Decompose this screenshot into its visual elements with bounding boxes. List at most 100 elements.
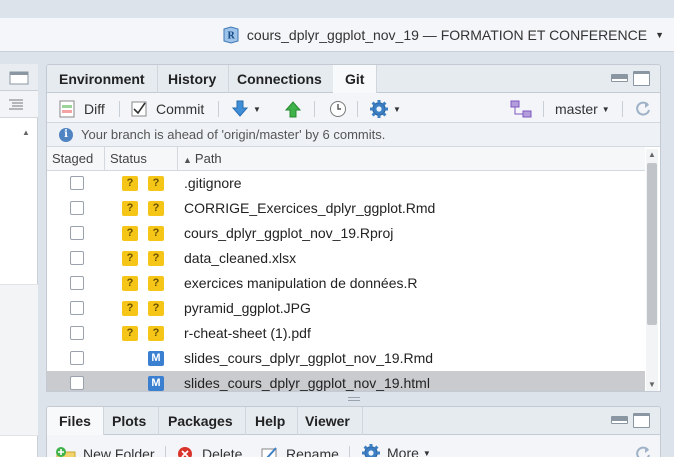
- r-project-icon: R: [223, 26, 239, 44]
- table-row[interactable]: ?? exercices manipulation de données.R: [47, 271, 645, 296]
- branch-select[interactable]: master ▼: [555, 99, 610, 119]
- untracked-status-badge: ?: [122, 301, 138, 316]
- maximize-icon[interactable]: [633, 413, 650, 428]
- scroll-up-arrow[interactable]: ▲: [646, 149, 658, 161]
- left-pane-toolbar: [0, 91, 38, 118]
- file-path[interactable]: data_cleaned.xlsx: [184, 246, 296, 271]
- column-status[interactable]: Status: [105, 147, 178, 171]
- pane-window-controls: [611, 413, 650, 428]
- rename-button[interactable]: Rename: [261, 444, 339, 457]
- minimize-icon[interactable]: [611, 416, 628, 424]
- commit-label: Commit: [156, 101, 205, 117]
- pane-window-controls: [611, 71, 650, 86]
- table-row[interactable]: ?? data_cleaned.xlsx: [47, 246, 645, 271]
- project-menu[interactable]: R cours_dplyr_ggplot_nov_19 — FORMATION …: [222, 25, 664, 45]
- staged-checkbox[interactable]: [70, 176, 84, 190]
- new-folder-button[interactable]: New Folder: [55, 444, 155, 457]
- staged-checkbox[interactable]: [70, 326, 84, 340]
- clock-icon: [330, 101, 346, 117]
- diff-icon: [59, 100, 75, 118]
- file-path[interactable]: .gitignore: [184, 171, 242, 196]
- untracked-status-badge: ?: [122, 176, 138, 191]
- branch-graph-button[interactable]: [510, 99, 532, 119]
- more-git-button[interactable]: ▼: [369, 99, 401, 119]
- file-path[interactable]: slides_cours_dplyr_ggplot_nov_19.html: [184, 371, 430, 391]
- table-row[interactable]: ?? r-cheat-sheet (1).pdf: [47, 321, 645, 346]
- scrollbar-thumb[interactable]: [647, 163, 657, 325]
- refresh-icon: [636, 101, 650, 116]
- staged-checkbox[interactable]: [70, 301, 84, 315]
- project-title: cours_dplyr_ggplot_nov_19 — FORMATION ET…: [246, 27, 648, 43]
- scroll-down-arrow[interactable]: ▼: [646, 379, 658, 391]
- branch-status-text: Your branch is ahead of 'origin/master' …: [81, 127, 386, 142]
- table-row[interactable]: ?? cours_dplyr_ggplot_nov_19.Rproj: [47, 221, 645, 246]
- commit-check-icon: [131, 101, 147, 117]
- file-path[interactable]: CORRIGE_Exercices_dplyr_ggplot.Rmd: [184, 196, 435, 221]
- staged-checkbox[interactable]: [70, 201, 84, 215]
- tab-history[interactable]: History: [156, 65, 230, 93]
- file-path[interactable]: pyramid_ggplot.JPG: [184, 296, 311, 321]
- source-pane-edge: ▲: [0, 64, 38, 457]
- more-files-button[interactable]: More ▼: [361, 443, 431, 457]
- left-pane-content: [0, 284, 38, 436]
- maximize-icon[interactable]: [633, 71, 650, 86]
- maximize-icon[interactable]: [8, 71, 30, 85]
- tab-viewer[interactable]: Viewer: [293, 407, 363, 435]
- file-path[interactable]: slides_cours_dplyr_ggplot_nov_19.Rmd: [184, 346, 433, 371]
- file-path[interactable]: r-cheat-sheet (1).pdf: [184, 321, 311, 346]
- push-arrow-icon: [284, 101, 302, 118]
- file-list-scrollbar[interactable]: ▲ ▼: [646, 149, 658, 391]
- push-button[interactable]: [284, 99, 302, 119]
- more-label: More: [387, 445, 419, 457]
- toolbar-divider: [543, 101, 544, 117]
- tab-git[interactable]: Git: [333, 65, 378, 94]
- tab-environment[interactable]: Environment: [47, 65, 158, 93]
- tab-packages[interactable]: Packages: [156, 407, 246, 435]
- pull-button[interactable]: ▼: [231, 99, 261, 119]
- table-row[interactable]: ?? CORRIGE_Exercices_dplyr_ggplot.Rmd: [47, 196, 645, 221]
- splitter-grip[interactable]: [348, 397, 360, 401]
- tab-connections[interactable]: Connections: [225, 65, 335, 93]
- table-row[interactable]: Mslides_cours_dplyr_ggplot_nov_19.Rmd: [47, 346, 645, 371]
- refresh-button[interactable]: [634, 99, 652, 119]
- tab-help[interactable]: Help: [243, 407, 299, 435]
- staged-checkbox[interactable]: [70, 226, 84, 240]
- tab-files[interactable]: Files: [47, 407, 104, 436]
- scroll-up-arrow[interactable]: ▲: [22, 128, 30, 137]
- git-pane-tabs: Environment History Connections Git: [47, 65, 660, 94]
- table-row[interactable]: Mslides_cours_dplyr_ggplot_nov_19.html: [47, 371, 645, 391]
- outline-icon[interactable]: [8, 98, 24, 111]
- toolbar-divider: [218, 101, 219, 117]
- history-button[interactable]: [329, 99, 347, 119]
- gear-icon: [370, 100, 388, 118]
- delete-button[interactable]: Delete: [177, 444, 242, 457]
- untracked-status-badge: ?: [148, 251, 164, 266]
- file-list: ?? .gitignore?? CORRIGE_Exercices_dplyr_gg…: [47, 171, 645, 391]
- svg-text:R: R: [227, 32, 235, 42]
- diff-button[interactable]: Diff: [59, 99, 105, 119]
- staged-checkbox[interactable]: [70, 376, 84, 390]
- untracked-status-badge: ?: [148, 301, 164, 316]
- rename-icon: [261, 447, 277, 457]
- table-row[interactable]: ?? .gitignore: [47, 171, 645, 196]
- staged-checkbox[interactable]: [70, 251, 84, 265]
- minimize-icon[interactable]: [611, 74, 628, 82]
- column-staged[interactable]: Staged: [47, 147, 105, 171]
- column-path[interactable]: ▲ Path: [178, 147, 645, 171]
- pane-splitter[interactable]: [46, 392, 661, 406]
- commit-button[interactable]: Commit: [131, 99, 204, 119]
- untracked-status-badge: ?: [148, 276, 164, 291]
- untracked-status-badge: ?: [122, 276, 138, 291]
- git-toolbar: Diff Commit ▼ ▼ master ▼: [47, 93, 660, 123]
- file-path[interactable]: exercices manipulation de données.R: [184, 271, 417, 296]
- toolbar-divider: [119, 101, 120, 117]
- delete-icon: [178, 447, 192, 457]
- refresh-button[interactable]: [634, 444, 652, 457]
- tab-plots[interactable]: Plots: [100, 407, 160, 435]
- staged-checkbox[interactable]: [70, 276, 84, 290]
- modified-status-badge: M: [148, 351, 164, 366]
- staged-checkbox[interactable]: [70, 351, 84, 365]
- chevron-down-icon: ▼: [422, 448, 431, 457]
- file-path[interactable]: cours_dplyr_ggplot_nov_19.Rproj: [184, 221, 393, 246]
- table-row[interactable]: ?? pyramid_ggplot.JPG: [47, 296, 645, 321]
